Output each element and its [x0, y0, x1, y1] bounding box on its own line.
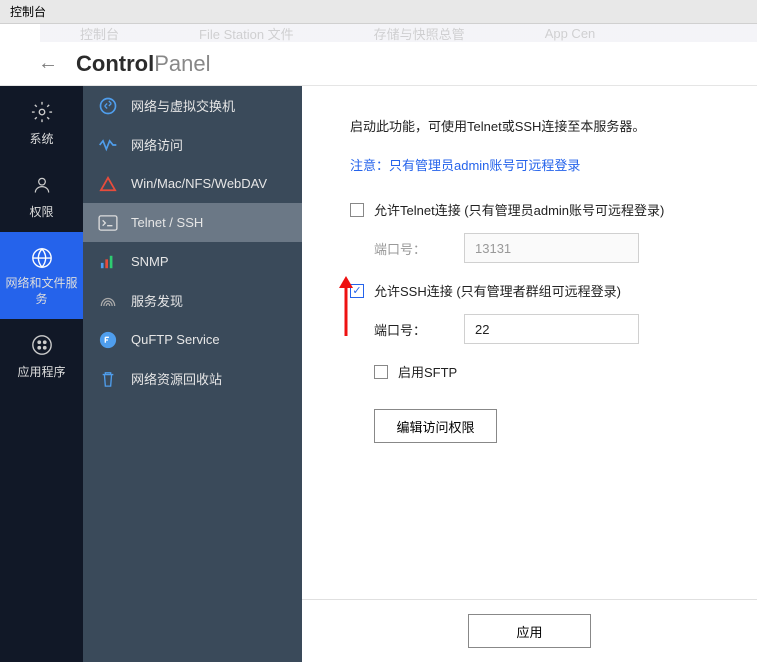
subnav-label: Telnet / SSH	[131, 215, 203, 230]
terminal-icon	[97, 212, 119, 234]
gear-icon	[30, 100, 54, 124]
menu-item[interactable]: 控制台	[80, 24, 119, 43]
telnet-port-label: 端口号：	[374, 239, 464, 258]
warning-link[interactable]: 注意：只有管理员admin账号可远程登录	[350, 155, 737, 174]
telnet-port-input[interactable]	[464, 233, 639, 263]
trash-icon	[97, 368, 119, 390]
ftp-icon	[97, 329, 119, 351]
sidebar-label: 系统	[29, 130, 53, 147]
primary-sidebar: 系统 权限 网络和文件服务 应用程序	[0, 86, 83, 662]
edit-access-button[interactable]: 编辑访问权限	[374, 409, 497, 443]
secondary-sidebar: 网络与虚拟交换机 网络访问 Win/Mac/NFS/WebDAV Telnet …	[83, 86, 302, 662]
ssh-label: 允许SSH连接 (只有管理者群组可远程登录)	[374, 281, 621, 300]
subnav-label: QuFTP Service	[131, 332, 220, 347]
subnav-telnet-ssh[interactable]: Telnet / SSH	[83, 203, 302, 242]
panel-header: ← ControlPanel	[0, 42, 757, 86]
ssh-checkbox[interactable]: ✓	[350, 284, 364, 298]
subnav-label: 网络与虚拟交换机	[131, 96, 235, 115]
sidebar-item-system[interactable]: 系统	[0, 86, 83, 159]
bars-icon	[97, 251, 119, 273]
sidebar-label: 权限	[29, 203, 53, 220]
window-titlebar: 控制台	[0, 0, 757, 24]
subnav-label: Win/Mac/NFS/WebDAV	[131, 176, 267, 191]
subnav-snmp[interactable]: SNMP	[83, 242, 302, 281]
sidebar-item-permissions[interactable]: 权限	[0, 159, 83, 232]
description-text: 启动此功能，可使用Telnet或SSH连接至本服务器。	[350, 116, 737, 135]
user-icon	[30, 173, 54, 197]
radar-icon	[97, 290, 119, 312]
menu-item[interactable]: App Cen	[545, 26, 596, 41]
window-title: 控制台	[10, 3, 46, 20]
sftp-label: 启用SFTP	[398, 362, 457, 381]
sidebar-label: 应用程序	[17, 363, 65, 380]
pulse-icon	[97, 134, 119, 156]
subnav-label: 服务发现	[131, 291, 183, 310]
globe-icon	[30, 246, 54, 270]
menu-item[interactable]: File Station 文件	[199, 24, 294, 43]
subnav-label: 网络资源回收站	[131, 369, 222, 388]
subnav-protocols[interactable]: Win/Mac/NFS/WebDAV	[83, 164, 302, 203]
page-title-thin: Panel	[154, 51, 210, 77]
subnav-network-switch[interactable]: 网络与虚拟交换机	[83, 86, 302, 125]
page-title-bold: Control	[76, 51, 154, 77]
menu-item[interactable]: 存储与快照总管	[374, 24, 465, 43]
subnav-label: SNMP	[131, 254, 169, 269]
back-arrow-icon[interactable]: ←	[38, 52, 58, 75]
subnav-recycle[interactable]: 网络资源回收站	[83, 359, 302, 398]
sidebar-item-apps[interactable]: 应用程序	[0, 319, 83, 392]
subnav-label: 网络访问	[131, 135, 183, 154]
subnav-discovery[interactable]: 服务发现	[83, 281, 302, 320]
switch-icon	[97, 95, 119, 117]
main-content: 启动此功能，可使用Telnet或SSH连接至本服务器。 注意：只有管理员admi…	[302, 86, 757, 662]
subnav-network-access[interactable]: 网络访问	[83, 125, 302, 164]
telnet-checkbox[interactable]	[350, 203, 364, 217]
sftp-checkbox[interactable]	[374, 365, 388, 379]
sidebar-item-network[interactable]: 网络和文件服务	[0, 232, 83, 319]
subnav-quftp[interactable]: QuFTP Service	[83, 320, 302, 359]
sidebar-label: 网络和文件服务	[0, 276, 83, 307]
triangle-icon	[97, 173, 119, 195]
telnet-label: 允许Telnet连接 (只有管理员admin账号可远程登录)	[374, 200, 664, 219]
app-menubar: 控制台 File Station 文件 存储与快照总管 App Cen	[0, 24, 757, 42]
ssh-port-label: 端口号：	[374, 320, 464, 339]
ssh-port-input[interactable]	[464, 314, 639, 344]
apply-button[interactable]: 应用	[468, 614, 591, 648]
apps-icon	[30, 333, 54, 357]
footer: 应用	[302, 599, 757, 662]
